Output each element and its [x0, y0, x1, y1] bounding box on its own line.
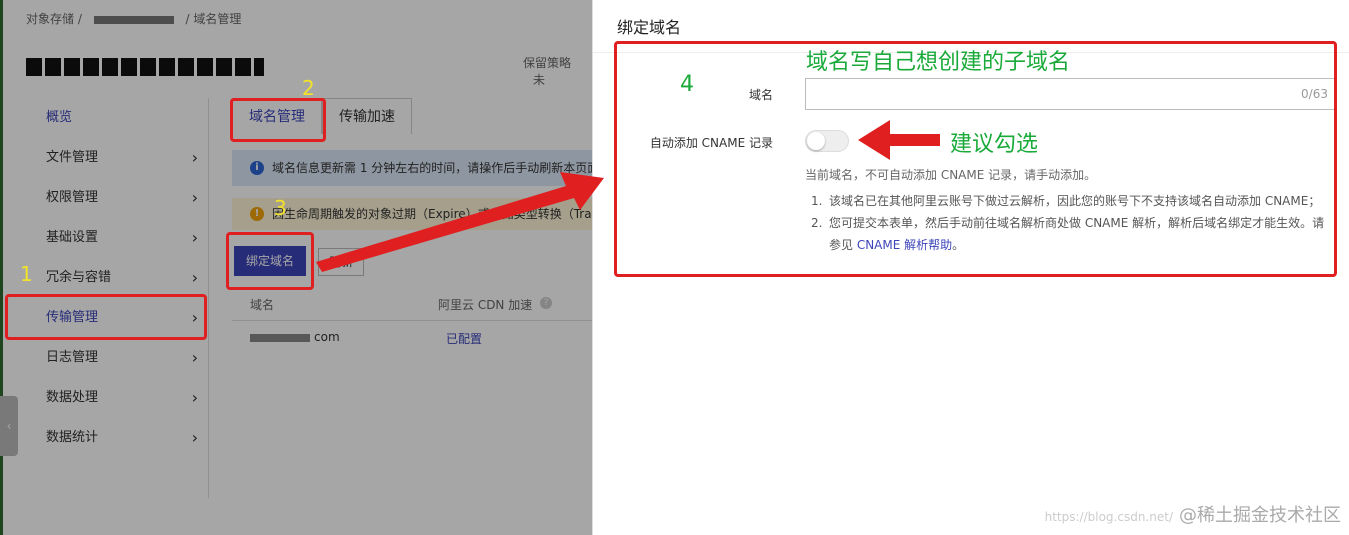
arrow-to-panel-icon: [316, 172, 604, 272]
watermark-url: https://blog.csdn.net/: [1044, 510, 1173, 524]
watermark: https://blog.csdn.net/ @稀土掘金技术社区: [1045, 501, 1341, 527]
arrow-to-toggle-icon: [858, 120, 940, 160]
watermark-brand: @稀土掘金技术社区: [1179, 505, 1341, 526]
annotation-arrows: [316, 120, 940, 272]
